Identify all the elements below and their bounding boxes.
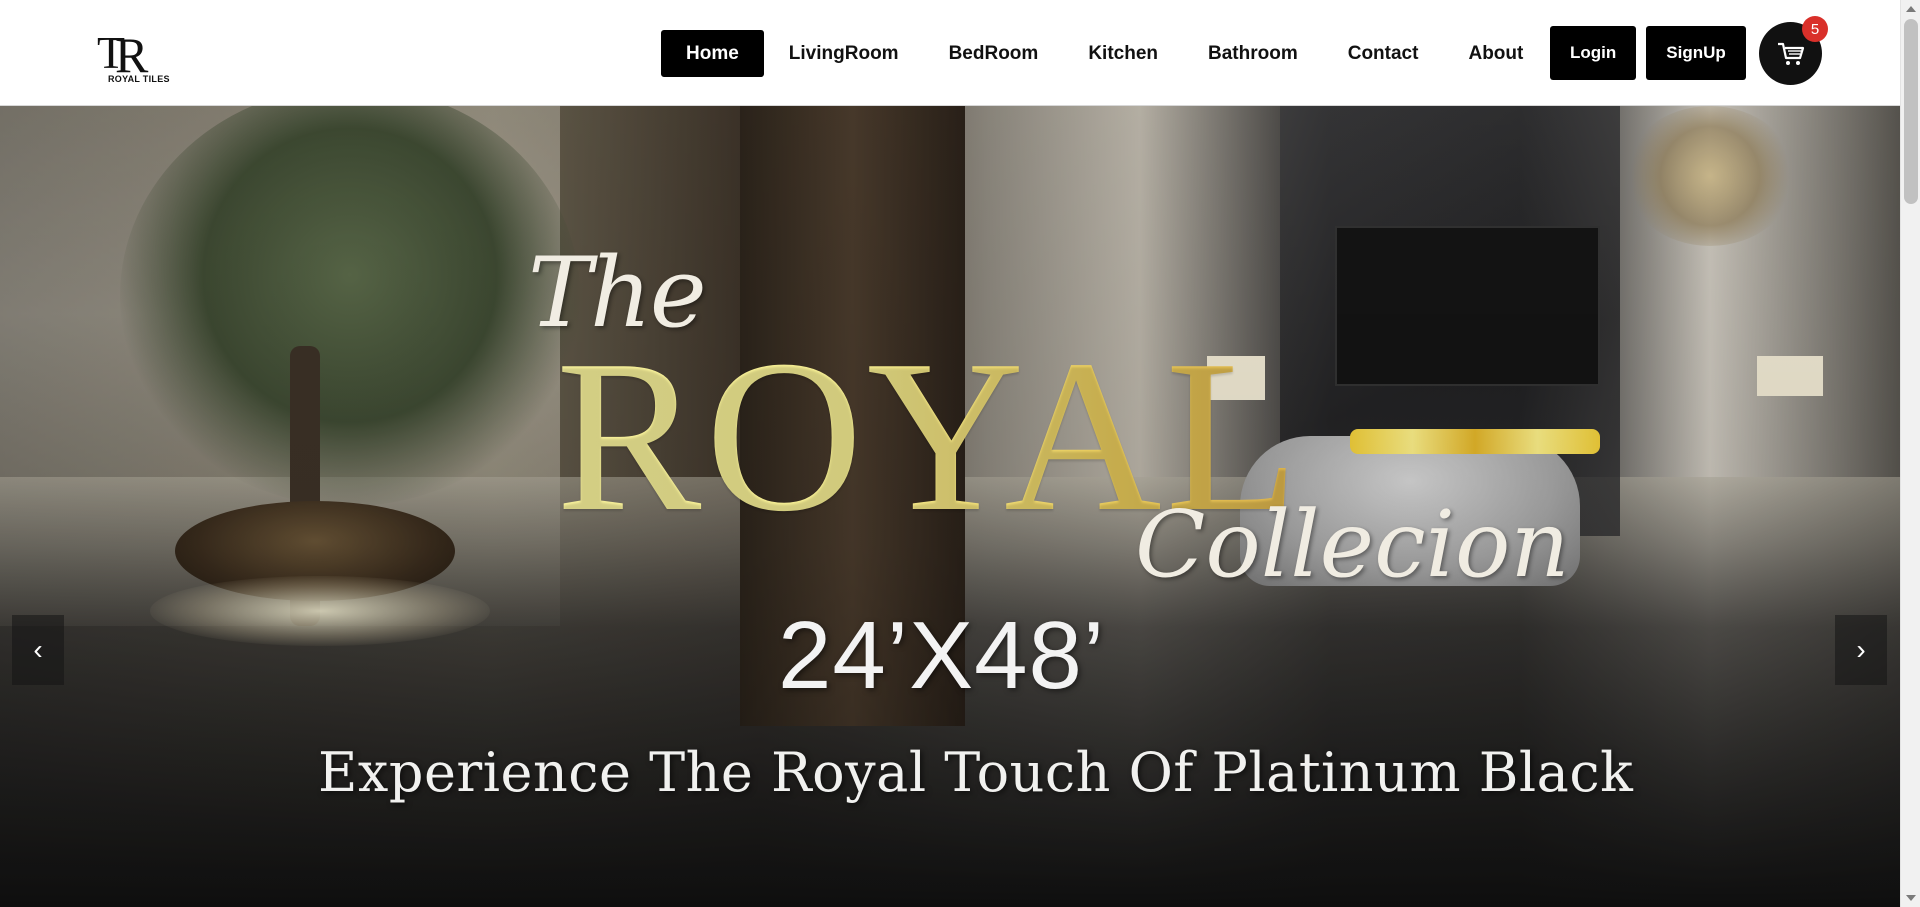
cart-button[interactable]: 5 xyxy=(1759,16,1828,85)
nav-home[interactable]: Home xyxy=(661,30,764,77)
carousel-next-button[interactable]: › xyxy=(1835,615,1887,685)
scroll-down-icon[interactable] xyxy=(1906,895,1916,901)
nav-bathroom[interactable]: Bathroom xyxy=(1183,30,1323,77)
hero-tile-size: 24’X48’ xyxy=(778,602,1106,709)
signup-button[interactable]: SignUp xyxy=(1646,26,1746,80)
page: T R ROYAL TILES Home LivingRoom BedRoom … xyxy=(0,0,1920,907)
nav-about[interactable]: About xyxy=(1443,30,1548,77)
cart-icon xyxy=(1777,42,1804,65)
site-header: T R ROYAL TILES Home LivingRoom BedRoom … xyxy=(0,0,1900,106)
cart-count-badge: 5 xyxy=(1802,16,1828,42)
nav-kitchen[interactable]: Kitchen xyxy=(1063,30,1183,77)
main-nav: Home LivingRoom BedRoom Kitchen Bathroom… xyxy=(661,30,1548,77)
nav-livingroom[interactable]: LivingRoom xyxy=(764,30,924,77)
logo-mark-icon: T R xyxy=(97,27,149,76)
page-scrollbar[interactable] xyxy=(1900,0,1920,907)
login-button[interactable]: Login xyxy=(1550,26,1637,80)
nav-contact[interactable]: Contact xyxy=(1323,30,1444,77)
logo-text: ROYAL TILES xyxy=(108,74,170,84)
carousel-prev-button[interactable]: ‹ xyxy=(12,615,64,685)
nav-bedroom[interactable]: BedRoom xyxy=(924,30,1064,77)
scroll-up-icon[interactable] xyxy=(1906,6,1916,12)
hero-tagline: Experience The Royal Touch Of Platinum B… xyxy=(318,741,1634,804)
scroll-thumb[interactable] xyxy=(1904,19,1918,204)
hero-title-collection: Collecion xyxy=(1135,491,1570,598)
svg-text:R: R xyxy=(115,27,149,76)
brand-logo[interactable]: T R ROYAL TILES xyxy=(95,26,170,86)
auth-buttons: Login SignUp xyxy=(1550,26,1746,80)
hero-carousel: The ROYAL Collecion 24’X48’ Experience T… xyxy=(0,106,1900,907)
